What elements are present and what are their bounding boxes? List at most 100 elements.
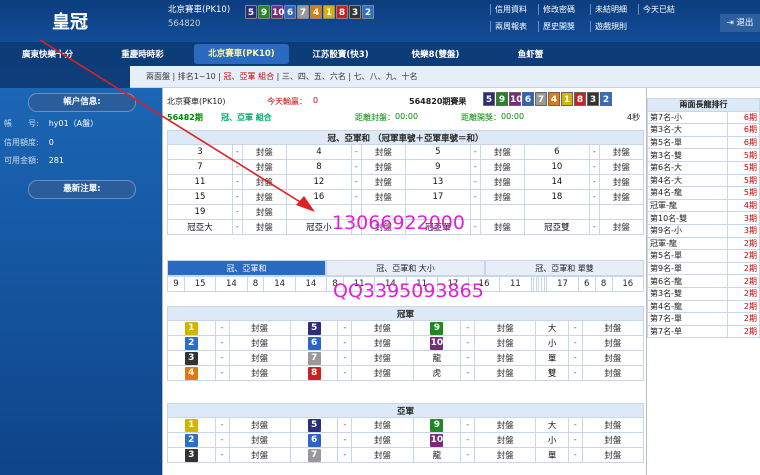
sum-bet-cell[interactable]: 封盤 (479, 219, 525, 235)
sum-odds[interactable]: - (231, 144, 243, 160)
sum-bet-cell[interactable]: 封盤 (479, 189, 525, 205)
bet-cell[interactable]: 封盤 (474, 335, 537, 351)
sum-bet-cell[interactable]: 封盤 (241, 204, 287, 220)
sum-odds[interactable]: - (231, 219, 243, 235)
sum-bet-cell[interactable]: 封盤 (360, 144, 406, 160)
sum-bet-cell[interactable]: 封盤 (241, 219, 287, 235)
sum-bet-cell[interactable]: 封盤 (598, 219, 645, 235)
bet-cell[interactable]: 封盤 (581, 320, 645, 336)
tab-sum-oddeven[interactable]: 冠、亞軍和 單雙 (485, 260, 644, 276)
sum-bet-cell[interactable]: 封盤 (241, 159, 287, 175)
sum-bet-cell[interactable] (479, 204, 525, 220)
tab-sum[interactable]: 冠、亞軍和 (167, 260, 326, 276)
bet-cell[interactable]: 封盤 (474, 365, 537, 381)
bet-cell[interactable]: 封盤 (228, 320, 291, 336)
bet-cell[interactable]: 封盤 (581, 350, 645, 366)
bet-cell[interactable]: 封盤 (474, 417, 537, 433)
tab-js-k3[interactable]: 江苏骰寶(快3) (293, 48, 388, 60)
bet-cell[interactable]: 封盤 (351, 417, 414, 433)
sum-odds[interactable]: - (350, 159, 362, 175)
sum-bet-cell[interactable]: 封盤 (598, 159, 645, 175)
bet-cell[interactable]: 封盤 (228, 447, 291, 463)
sum-bet-cell[interactable]: 封盤 (360, 174, 406, 190)
link-settled-today[interactable]: 今天已結 (638, 4, 686, 15)
sum-bet-cell[interactable]: 封盤 (598, 144, 645, 160)
sum-odds[interactable]: - (469, 189, 481, 205)
tab-gd-happy10[interactable]: 廣東快樂十分 (0, 48, 95, 60)
sum-bet-cell[interactable]: 封盤 (479, 144, 525, 160)
bet-cell[interactable]: 封盤 (228, 417, 291, 433)
link-history[interactable]: 歷史開獎 (538, 21, 590, 32)
sum-odds[interactable]: - (469, 219, 481, 235)
sum-odds[interactable] (588, 204, 600, 220)
sum-odds[interactable]: - (588, 159, 600, 175)
bet-cell[interactable]: 封盤 (581, 365, 645, 381)
sum-odds[interactable]: - (588, 144, 600, 160)
tab-fish[interactable]: 鱼虾蟹 (483, 48, 578, 60)
bet-cell[interactable]: 封盤 (351, 365, 414, 381)
sum-bet-cell[interactable]: 封盤 (241, 174, 287, 190)
bet-cell[interactable]: 封盤 (351, 432, 414, 448)
tab-pk10[interactable]: 北京賽車(PK10) (194, 44, 289, 64)
sum-odds[interactable]: - (588, 174, 600, 190)
bet-cell[interactable]: 封盤 (474, 447, 537, 463)
sum-bet-cell[interactable]: 封盤 (479, 174, 525, 190)
refresh-seconds: 4秒 (627, 113, 641, 122)
bet-cell[interactable]: 封盤 (228, 432, 291, 448)
link-unsettled[interactable]: 未結明細 (590, 4, 638, 15)
sum-odds[interactable]: - (350, 174, 362, 190)
bet-cell[interactable]: 封盤 (351, 335, 414, 351)
link-two-week-report[interactable]: 兩周報表 (490, 21, 538, 32)
sum-bet-cell[interactable]: 封盤 (241, 144, 287, 160)
link-change-password[interactable]: 修改密碼 (538, 4, 590, 15)
sum-odds[interactable]: - (588, 189, 600, 205)
result-ball: 1 (323, 5, 335, 19)
sum-odds[interactable]: - (350, 189, 362, 205)
dragon-count: 5期 (726, 186, 760, 200)
bet-cell[interactable]: 封盤 (581, 447, 645, 463)
sum-odds[interactable]: - (231, 159, 243, 175)
tab-cq-ssc[interactable]: 重慶時時彩 (95, 48, 190, 60)
bet-cell[interactable]: 封盤 (351, 350, 414, 366)
link-rules[interactable]: 遊戲規則 (590, 21, 638, 32)
sum-bet-cell[interactable]: 封盤 (360, 189, 406, 205)
bet-cell[interactable]: 封盤 (474, 350, 537, 366)
sum-title: 冠、亞軍和 （冠軍車號＋亞軍車號＝和） (167, 130, 644, 145)
sum-odds[interactable]: - (231, 174, 243, 190)
bet-cell[interactable]: 封盤 (228, 365, 291, 381)
sum-number: 5 (404, 144, 471, 160)
sum-bet-cell[interactable]: 封盤 (598, 174, 645, 190)
tab-sum-bigsmall[interactable]: 冠、亞軍和 大小 (326, 260, 485, 276)
sum-bet-cell[interactable]: 封盤 (598, 189, 645, 205)
bet-cell[interactable]: 封盤 (228, 335, 291, 351)
subnav-active[interactable]: 冠、亞軍 組合 (224, 72, 275, 81)
sum-odds[interactable]: - (469, 174, 481, 190)
tab-happy8[interactable]: 快樂8(雙盤) (388, 48, 483, 60)
subnav-before[interactable]: 兩面盤 | 排名1~10 | (146, 72, 224, 81)
history-cell: 6 (577, 276, 596, 292)
subnav-after[interactable]: | 三、四、五、六名 | 七、八、九、十名 (274, 72, 418, 81)
bet-cell[interactable]: 封盤 (581, 417, 645, 433)
bet-cell[interactable]: 封盤 (581, 432, 645, 448)
sum-odds[interactable] (469, 204, 481, 220)
bet-cell[interactable]: 封盤 (474, 432, 537, 448)
link-credit-info[interactable]: 信用資料 (490, 4, 538, 15)
bet-cell[interactable]: 封盤 (351, 320, 414, 336)
bet-cell[interactable]: 封盤 (581, 335, 645, 351)
sum-bet-cell[interactable] (598, 204, 645, 220)
sum-odds[interactable]: - (350, 144, 362, 160)
sum-odds[interactable]: - (588, 219, 600, 235)
bet-cell[interactable]: 封盤 (228, 350, 291, 366)
dragon-row: 第7名-單 2期 (647, 312, 760, 326)
sum-odds[interactable]: - (231, 204, 243, 220)
bet-label: 6 (289, 432, 339, 448)
bet-cell[interactable]: 封盤 (351, 447, 414, 463)
sum-bet-cell[interactable]: 封盤 (360, 159, 406, 175)
sum-bet-cell[interactable]: 封盤 (241, 189, 287, 205)
sum-odds[interactable]: - (469, 144, 481, 160)
exit-button[interactable]: ⇥ 退出 (720, 14, 760, 32)
bet-cell[interactable]: 封盤 (474, 320, 537, 336)
sum-odds[interactable]: - (469, 159, 481, 175)
sum-bet-cell[interactable]: 封盤 (479, 159, 525, 175)
sum-odds[interactable]: - (231, 189, 243, 205)
